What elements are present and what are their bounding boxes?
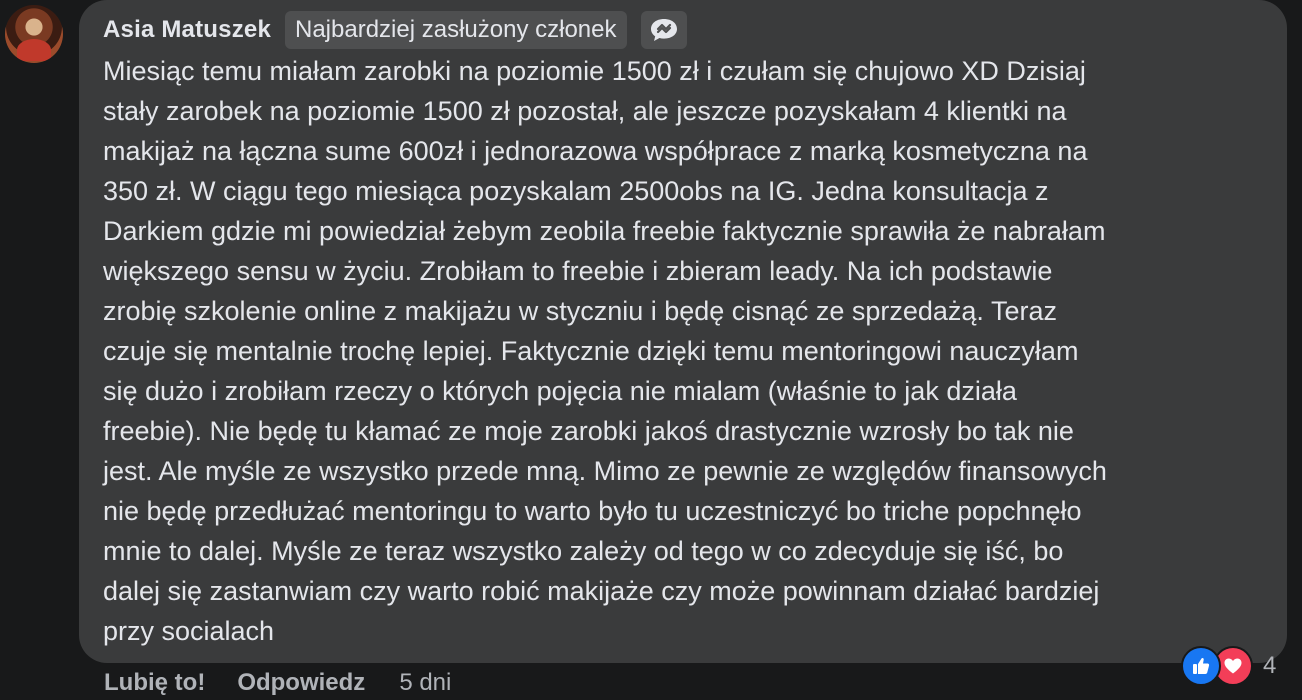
avatar[interactable] [5, 5, 63, 63]
author-name[interactable]: Asia Matuszek [103, 16, 271, 44]
reaction-count: 4 [1263, 652, 1277, 679]
reply-button[interactable]: Odpowiedz [237, 669, 365, 697]
member-badge[interactable]: Najbardziej zasłużony członek [285, 11, 627, 49]
comment-header: Asia Matuszek Najbardziej zasłużony czło… [103, 10, 687, 50]
comment-bubble: Asia Matuszek Najbardziej zasłużony czło… [79, 0, 1287, 663]
timestamp[interactable]: 5 dni [399, 669, 451, 697]
chat-bubble-icon[interactable] [640, 11, 687, 49]
thumbs-up-icon [1181, 646, 1221, 686]
comment-actions: Lubię to! Odpowiedz 5 dni [104, 666, 451, 700]
like-button[interactable]: Lubię to! [104, 669, 205, 697]
comment-text: Miesiąc temu miałam zarobki na poziomie … [103, 56, 1107, 646]
reactions-summary[interactable]: 4 [1181, 646, 1276, 686]
